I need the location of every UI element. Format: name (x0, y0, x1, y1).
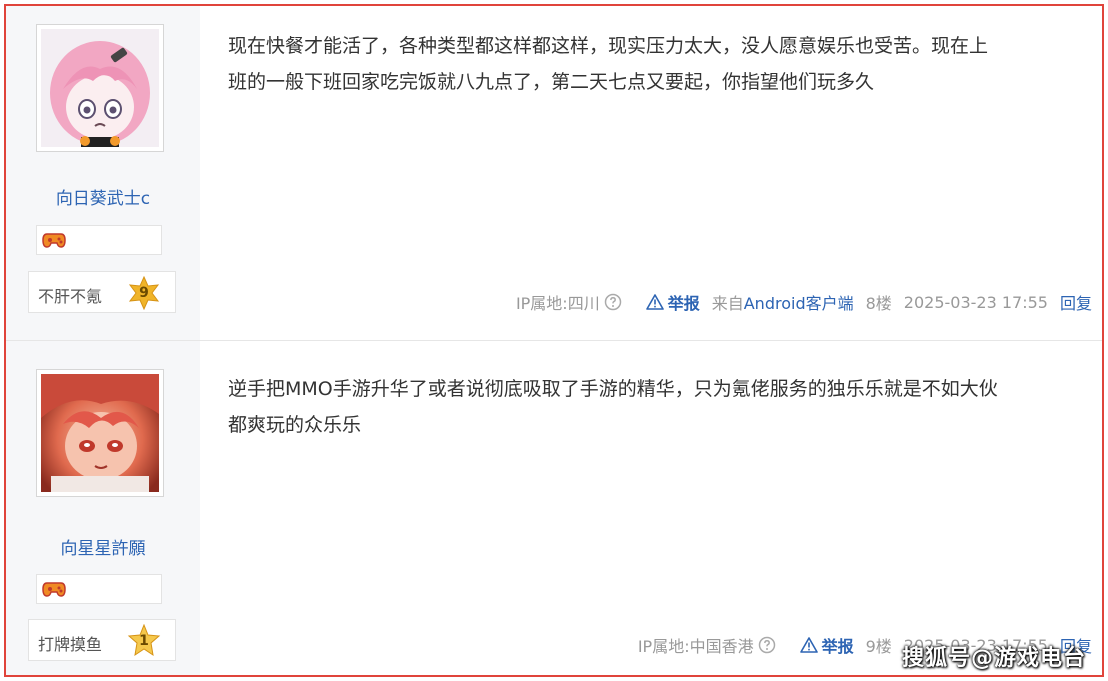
reply-button[interactable]: 回复 (1060, 290, 1092, 314)
source-prefix: 来自 (711, 294, 744, 313)
post-floor-8: 向日葵武士c 不肝不氪 9 现在快餐才能活了，各种类型都这样都这样，现实压力太大… (6, 6, 1102, 341)
content-line: 班的一般下班回家吃完饭就八九点了，第二天七点又要起，你指望他们玩多久 (228, 71, 875, 93)
post-content: 现在快餐才能活了，各种类型都这样都这样，现实压力太大，没人愿意娱乐也受苦。现在上… (228, 28, 1088, 100)
content-line: 逆手把MMO手游升华了或者说彻底吸取了手游的精华，只为氪佬服务的独乐乐就是不如大… (228, 378, 998, 400)
level-title: 不肝不氪 (38, 287, 103, 306)
post-time: 2025-03-23 17:55 (903, 292, 1048, 312)
avatar[interactable] (36, 24, 164, 152)
ip-location: IP属地:四川 (515, 294, 600, 313)
report-label: 举报 (821, 637, 854, 656)
star-icon: 1 (127, 623, 161, 658)
level-number: 9 (139, 285, 149, 301)
warning-triangle-icon (645, 294, 664, 310)
client-source-link[interactable]: Android客户端 (744, 290, 854, 314)
gamepad-icon (42, 582, 66, 603)
warning-triangle-icon (799, 637, 818, 653)
level-number: 1 (139, 633, 149, 649)
level-title: 打牌摸鱼 (38, 635, 103, 654)
user-badge[interactable] (36, 225, 162, 255)
post-content: 逆手把MMO手游升华了或者说彻底吸取了手游的精华，只为氪佬服务的独乐乐就是不如大… (228, 371, 1088, 443)
post-list: 向日葵武士c 不肝不氪 9 现在快餐才能活了，各种类型都这样都这样，现实压力太大… (4, 4, 1104, 677)
gamepad-icon (42, 233, 66, 254)
author-sidebar: 向星星許願 打牌摸鱼 1 (6, 341, 200, 675)
floor-number: 8楼 (865, 294, 892, 313)
question-circle-icon[interactable] (758, 636, 776, 654)
post-meta: IP属地:四川 举报 来自 Android客户端 8楼 2025-03-23 1… (516, 290, 1092, 314)
user-badge[interactable] (36, 574, 162, 604)
user-level[interactable]: 打牌摸鱼 1 (28, 619, 176, 661)
author-sidebar: 向日葵武士c 不肝不氪 9 (6, 6, 200, 340)
watermark: 搜狐号@游戏电台 (902, 646, 1087, 671)
content-line: 都爽玩的众乐乐 (228, 414, 362, 436)
content-line: 现在快餐才能活了，各种类型都这样都这样，现实压力太大，没人愿意娱乐也受苦。现在上 (228, 35, 989, 57)
avatar-image (41, 374, 159, 492)
user-level[interactable]: 不肝不氪 9 (28, 271, 176, 313)
post-floor-9: 向星星許願 打牌摸鱼 1 逆手把MMO手游升华了或者说彻底吸取了手游的精华，只为… (6, 341, 1102, 675)
username-link[interactable]: 向星星許願 (6, 534, 200, 559)
question-circle-icon[interactable] (604, 293, 622, 311)
ip-location: IP属地:中国香港 (637, 637, 754, 656)
star-icon: 9 (127, 275, 161, 311)
avatar-image (41, 29, 159, 147)
report-button[interactable]: 举报 (645, 290, 700, 314)
floor-number: 9楼 (865, 637, 892, 656)
report-label: 举报 (667, 294, 700, 313)
avatar[interactable] (36, 369, 164, 497)
username-link[interactable]: 向日葵武士c (6, 184, 200, 209)
report-button[interactable]: 举报 (799, 633, 854, 657)
